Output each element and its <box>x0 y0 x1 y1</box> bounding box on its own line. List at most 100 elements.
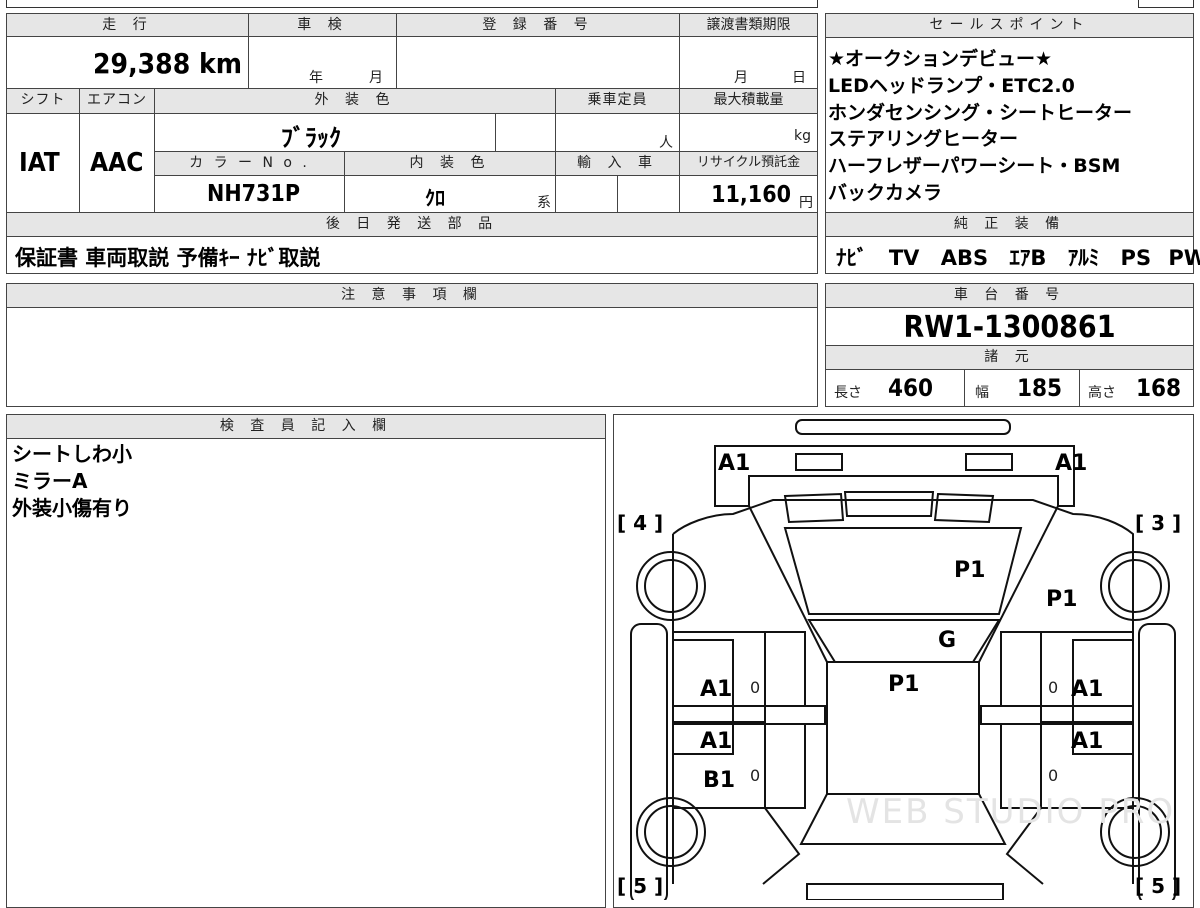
later-parts-items: 保証書 車両取説 予備ｷｰ ﾅﾋﾞ取説 <box>15 246 321 270</box>
mark-front-right-bumper: A1 <box>1055 451 1088 476</box>
watermark: WEB STUDIO PRO <box>846 792 1176 832</box>
left-a-pillar <box>748 505 828 663</box>
grille-center-shape <box>843 491 935 517</box>
right-window-frame-1 <box>1000 631 1042 707</box>
mileage-value: 29,388 km <box>93 47 242 80</box>
exterior-color-value: ﾌﾞﾗｯｸ <box>281 124 341 152</box>
interior-color-value: ｸﾛ <box>425 186 445 210</box>
tire-label-rear-left: [ 5 ] <box>617 874 664 898</box>
registration-header: 登 録 番 号 <box>396 13 680 37</box>
hood-shape <box>783 527 1023 615</box>
equipment-alloy: ｱﾙﾐ <box>1067 246 1100 270</box>
equipment-ps: PS <box>1120 246 1152 270</box>
equipment-airbag: ｴｱB <box>1009 246 1047 270</box>
mileage-header: 走 行 <box>6 13 249 37</box>
recycle-fee-value: 11,160 <box>711 182 791 208</box>
front-right-wheel-inner <box>1108 559 1162 613</box>
specs-width-cell: 幅 185 <box>964 369 1080 407</box>
inspector-note-3: 外装小傷有り <box>12 496 132 520</box>
interior-color-header: 内 装 色 <box>344 151 556 176</box>
height-value: 168 <box>1136 374 1182 402</box>
recycle-fee-unit: 円 <box>799 195 813 211</box>
height-label: 高さ <box>1088 385 1116 401</box>
sales-points-header: セールスポイント <box>825 13 1194 38</box>
load-capacity-unit: kg <box>794 128 811 144</box>
width-value: 185 <box>1017 374 1063 402</box>
recycle-header: リサイクル預託金 <box>679 151 818 176</box>
mark-left-rear-door: A1 <box>700 729 733 754</box>
chassis-number: RW1-1300861 <box>903 310 1116 345</box>
front-right-wheel-outer <box>1100 551 1170 621</box>
rear-left-wheel-inner <box>644 805 698 859</box>
mark-windshield: G <box>938 628 957 653</box>
interior-color-suffix: 系 <box>537 195 551 211</box>
shaken-header: 車 検 <box>248 13 397 37</box>
windshield-shape <box>807 619 1001 663</box>
width-label: 幅 <box>975 385 989 401</box>
front-left-wheel-outer <box>636 551 706 621</box>
equipment-cell: ﾅﾋﾞ TV ABS ｴｱB ｱﾙﾐ PS PW <box>825 236 1200 274</box>
front-left-wheel-inner <box>644 559 698 613</box>
rear-left-pillar <box>762 807 801 885</box>
tire-label-front-right: [ 3 ] <box>1135 511 1182 535</box>
mark-right-front-door: A1 <box>1071 677 1104 702</box>
equipment-abs: ABS <box>940 246 989 270</box>
sales-point-2: LEDヘッドランプ・ETC2.0 <box>828 75 1075 97</box>
load-capacity-header: 最大積載量 <box>679 88 818 114</box>
exterior-color-extra-cell <box>495 113 556 152</box>
top-edge-strip <box>6 0 818 8</box>
transfer-deadline-header: 譲渡書類期限 <box>679 13 818 37</box>
sales-point-3: ホンダセンシング・シートヒーター <box>828 102 1133 124</box>
equipment-header: 純 正 装 備 <box>825 212 1194 237</box>
mark-right-rear-door: A1 <box>1071 729 1104 754</box>
tire-label-front-left: [ 4 ] <box>617 511 664 535</box>
mark-roof: P1 <box>888 672 920 697</box>
inspector-note-2: ミラーA <box>12 469 88 493</box>
specs-header: 諸 元 <box>825 345 1194 370</box>
recycle-cell: 11,160 円 <box>679 175 818 213</box>
notes-cell <box>6 307 818 407</box>
color-no-value: NH731P <box>207 181 300 207</box>
transfer-day: 日 <box>792 70 806 86</box>
equipment-list: ﾅﾋﾞ TV ABS ｴｱB ｱﾙﾐ PS PW <box>836 242 1200 272</box>
left-window-frame-1 <box>764 631 806 707</box>
specs-length-cell: 長さ 460 <box>825 369 965 407</box>
equipment-navi: ﾅﾋﾞ <box>836 246 868 270</box>
specs-height-cell: 高さ 168 <box>1079 369 1194 407</box>
front-outline-shape <box>714 445 1075 507</box>
shaken-cell: 年 月 <box>248 36 397 89</box>
sales-point-4: ステアリングヒーター <box>828 128 1019 150</box>
mark-right-fender: P1 <box>1046 587 1078 612</box>
shaken-month: 月 <box>369 70 383 86</box>
mark-hood: P1 <box>954 558 986 583</box>
mark-left-rear-door-2: B1 <box>703 768 736 793</box>
mark-left-front-door: A1 <box>700 677 733 702</box>
capacity-unit: 人 <box>659 135 673 151</box>
body-outline-left-shape <box>672 534 734 884</box>
color-no-cell: NH731P <box>154 175 345 213</box>
transfer-cell: 月 日 <box>679 36 818 89</box>
shift-header: シフト <box>6 88 80 114</box>
color-no-header: カ ラ ー N o . <box>154 151 345 176</box>
aircon-value: AAC <box>90 148 144 178</box>
load-capacity-cell: kg <box>679 113 818 152</box>
inspector-note-1: シートしわ小 <box>12 442 132 466</box>
shaken-year: 年 <box>309 70 323 86</box>
front-bumper-shape <box>795 419 1011 435</box>
aircon-header: エアコン <box>79 88 155 114</box>
sales-point-1: ★オークションデビュー★ <box>828 48 1053 70</box>
left-headlight-shape <box>795 453 843 471</box>
aircon-cell: AAC <box>79 113 155 213</box>
transfer-month: 月 <box>734 70 748 86</box>
inspector-header: 検 査 員 記 入 欄 <box>6 414 606 439</box>
later-parts-cell: 保証書 車両取説 予備ｷｰ ﾅﾋﾞ取説 <box>6 236 818 274</box>
shift-cell: IAT <box>6 113 80 213</box>
zero-left-front: 0 <box>750 678 761 697</box>
sales-point-5: ハーフレザーパワーシート・BSM <box>828 155 1121 177</box>
sales-point-6: バックカメラ <box>828 182 943 204</box>
import-cell-a <box>555 175 618 213</box>
tire-label-rear-right: [ 5 ] <box>1135 874 1182 898</box>
grille-right-shape <box>933 492 995 524</box>
zero-right-front: 0 <box>1048 678 1059 697</box>
notes-header: 注 意 事 項 欄 <box>6 283 818 308</box>
